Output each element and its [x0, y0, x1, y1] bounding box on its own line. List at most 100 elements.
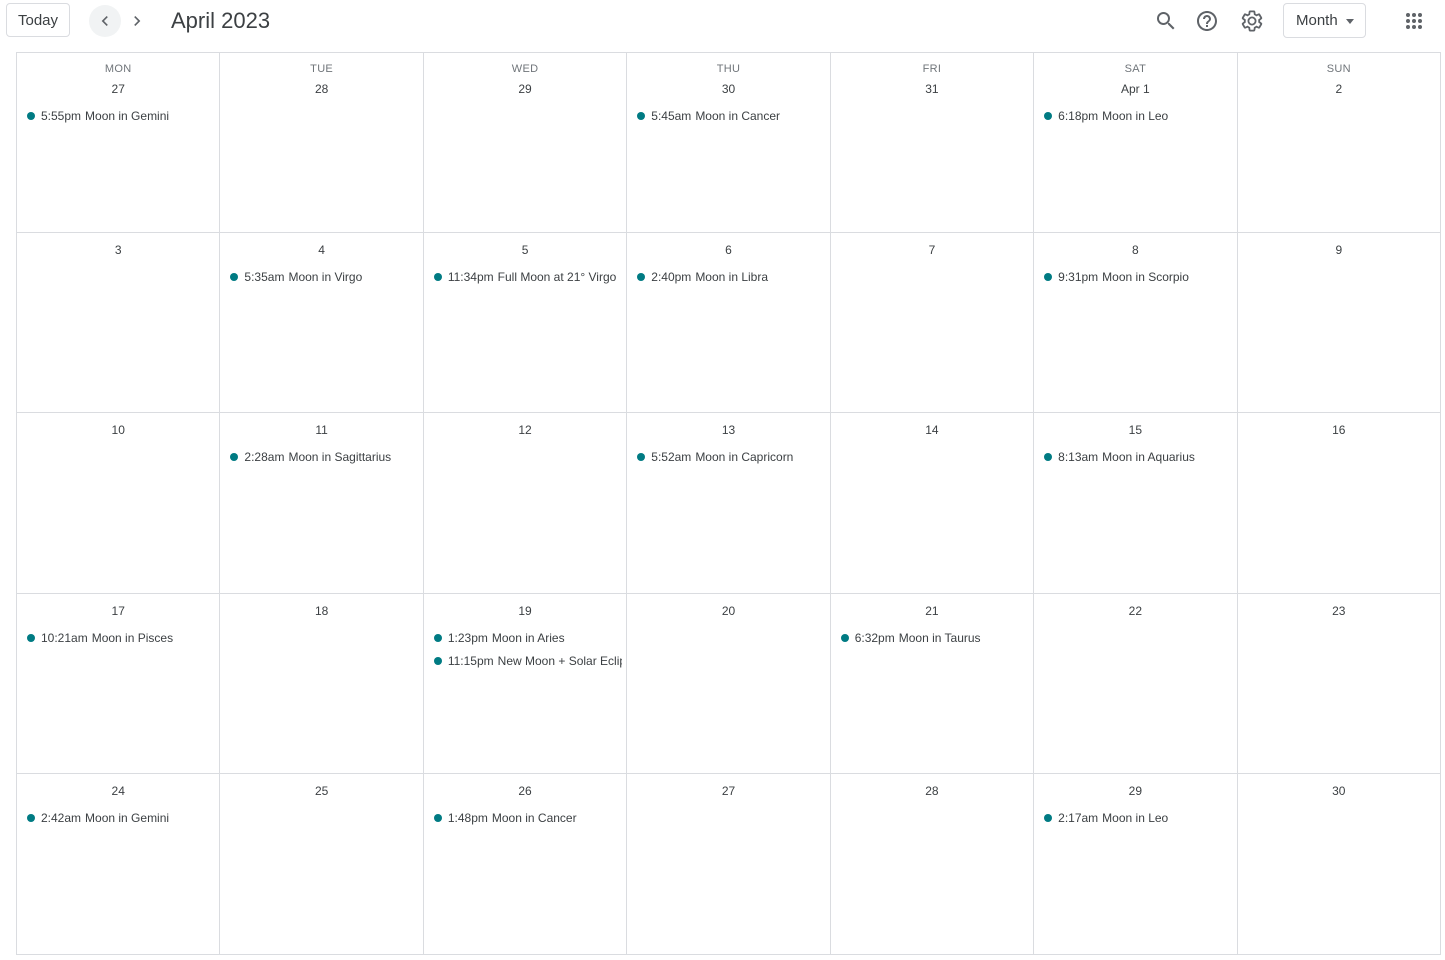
date-number[interactable]: 13 — [627, 423, 829, 437]
date-number[interactable]: 26 — [424, 784, 626, 798]
day-cell[interactable]: 20 — [627, 593, 831, 774]
day-cell[interactable]: SUN 2 — [1237, 53, 1441, 234]
gear-icon — [1241, 10, 1263, 32]
day-cell[interactable]: 10 — [17, 413, 221, 594]
day-cell[interactable]: 12 — [423, 413, 628, 594]
date-number[interactable]: 28 — [831, 784, 1033, 798]
date-number[interactable]: 10 — [17, 423, 219, 437]
day-cell[interactable]: 26 1:48pm Moon in Cancer — [424, 773, 628, 954]
date-number[interactable]: 19 — [424, 604, 626, 618]
day-cell[interactable]: 4 5:35am Moon in Virgo — [220, 233, 424, 414]
event-dot-icon — [27, 813, 35, 822]
day-cell[interactable]: 7 — [830, 233, 1035, 414]
day-cell[interactable]: 5 11:34pm Full Moon at 21° Virgo — [423, 233, 628, 414]
event-chip[interactable]: 2:42am Moon in Gemini — [25, 808, 215, 828]
date-number[interactable]: 22 — [1034, 604, 1236, 618]
day-cell[interactable]: 21 6:32pm Moon in Taurus — [830, 593, 1035, 774]
day-cell[interactable]: THU 30 5:45am Moon in Cancer — [627, 53, 831, 234]
date-number[interactable]: 18 — [220, 604, 422, 618]
date-number[interactable]: 20 — [627, 604, 829, 618]
event-chip[interactable]: 1:23pm Moon in Aries — [432, 628, 622, 648]
day-cell[interactable]: 3 — [17, 233, 221, 414]
view-selector[interactable]: Month — [1283, 3, 1366, 38]
event-chip[interactable]: 6:18pm Moon in Leo — [1042, 106, 1232, 126]
date-number[interactable]: 2 — [1238, 82, 1440, 96]
date-number[interactable]: 5 — [424, 243, 626, 257]
day-cell[interactable]: 6 2:40pm Moon in Libra — [627, 233, 831, 414]
day-cell[interactable]: 9 — [1237, 233, 1441, 414]
today-button[interactable]: Today — [6, 3, 70, 37]
day-cell[interactable]: 15 8:13am Moon in Aquarius — [1034, 413, 1238, 594]
event-chip[interactable]: 5:45am Moon in Cancer — [635, 106, 825, 126]
day-cell[interactable]: WED 29 — [423, 53, 628, 234]
date-number[interactable]: 28 — [220, 82, 422, 96]
event-chip[interactable]: 5:55pm Moon in Gemini — [25, 106, 215, 126]
day-cell[interactable]: 22 — [1034, 593, 1238, 774]
date-number[interactable]: 17 — [17, 604, 219, 618]
day-cell[interactable]: 23 — [1237, 593, 1441, 774]
date-number[interactable]: 3 — [17, 243, 219, 257]
day-cell[interactable]: 28 — [831, 773, 1035, 954]
event-chip[interactable]: 1:48pm Moon in Cancer — [432, 808, 622, 828]
event-chip[interactable]: 2:28am Moon in Sagittarius — [228, 447, 418, 467]
search-button[interactable] — [1150, 5, 1182, 37]
date-number[interactable]: 21 — [831, 604, 1033, 618]
day-of-week-label: SUN — [1326, 63, 1351, 75]
help-button[interactable] — [1191, 5, 1223, 37]
event-chip[interactable]: 2:17am Moon in Leo — [1042, 808, 1232, 828]
date-number[interactable]: Apr 1 — [1034, 82, 1236, 96]
date-number[interactable]: 4 — [220, 243, 422, 257]
event-chip[interactable]: 11:34pm Full Moon at 21° Virgo — [432, 267, 622, 287]
day-cell[interactable]: MON 27 5:55pm Moon in Gemini — [17, 53, 221, 234]
day-cell[interactable]: FRI 31 — [830, 53, 1035, 234]
date-number[interactable]: 14 — [831, 423, 1033, 437]
day-cell[interactable]: 30 — [1238, 773, 1441, 954]
date-number[interactable]: 27 — [627, 784, 829, 798]
date-number[interactable]: 27 — [17, 82, 219, 96]
date-number[interactable]: 9 — [1238, 243, 1440, 257]
date-number[interactable]: 16 — [1238, 423, 1440, 437]
event-list: 1:23pm Moon in Aries 11:15pm New Moon + Sol… — [424, 628, 626, 671]
event-chip[interactable]: 6:32pm Moon in Taurus — [839, 628, 1029, 648]
event-chip[interactable]: 5:52am Moon in Capricorn — [635, 447, 825, 467]
event-chip[interactable]: 5:35am Moon in Virgo — [228, 267, 418, 287]
event-chip[interactable]: 10:21am Moon in Pisces — [25, 628, 215, 648]
event-chip[interactable]: 8:13am Moon in Aquarius — [1042, 447, 1232, 467]
next-month-button[interactable] — [121, 5, 153, 37]
date-number[interactable]: 6 — [627, 243, 829, 257]
event-title: Moon in Cancer — [695, 109, 781, 123]
date-number[interactable]: 7 — [831, 243, 1033, 257]
day-cell[interactable]: 27 — [627, 773, 831, 954]
event-chip[interactable]: 9:31pm Moon in Scorpio — [1042, 267, 1232, 287]
date-number[interactable]: 23 — [1238, 604, 1440, 618]
apps-button[interactable] — [1398, 5, 1430, 37]
day-cell[interactable]: 18 — [220, 593, 424, 774]
settings-button[interactable] — [1236, 5, 1268, 37]
date-number[interactable]: 30 — [1238, 784, 1440, 798]
date-number[interactable]: 25 — [220, 784, 422, 798]
date-number[interactable]: 11 — [220, 423, 422, 437]
day-cell[interactable]: 29 2:17am Moon in Leo — [1034, 773, 1238, 954]
event-chip[interactable]: 2:40pm Moon in Libra — [635, 267, 825, 287]
date-number[interactable]: 24 — [17, 784, 219, 798]
day-cell[interactable]: 8 9:31pm Moon in Scorpio — [1034, 233, 1238, 414]
date-number[interactable]: 12 — [424, 423, 626, 437]
date-number[interactable]: 29 — [1034, 784, 1236, 798]
date-number[interactable]: 30 — [627, 82, 829, 96]
date-number[interactable]: 15 — [1034, 423, 1236, 437]
date-number[interactable]: 31 — [831, 82, 1033, 96]
day-cell[interactable]: 25 — [220, 773, 424, 954]
day-cell[interactable]: 11 2:28am Moon in Sagittarius — [220, 413, 424, 594]
day-cell[interactable]: 14 — [830, 413, 1035, 594]
previous-month-button[interactable] — [89, 5, 121, 37]
day-cell[interactable]: 19 1:23pm Moon in Aries 11:15pm New Moon + S… — [423, 593, 628, 774]
day-cell[interactable]: 17 10:21am Moon in Pisces — [17, 593, 221, 774]
day-cell[interactable]: SAT Apr 1 6:18pm Moon in Leo — [1034, 53, 1238, 234]
day-cell[interactable]: 13 5:52am Moon in Capricorn — [627, 413, 831, 594]
day-cell[interactable]: TUE 28 — [220, 53, 424, 234]
date-number[interactable]: 29 — [424, 82, 626, 96]
day-cell[interactable]: 24 2:42am Moon in Gemini — [17, 773, 221, 954]
event-chip[interactable]: 11:15pm New Moon + Solar Eclip — [432, 651, 622, 671]
day-cell[interactable]: 16 — [1237, 413, 1441, 594]
date-number[interactable]: 8 — [1034, 243, 1236, 257]
